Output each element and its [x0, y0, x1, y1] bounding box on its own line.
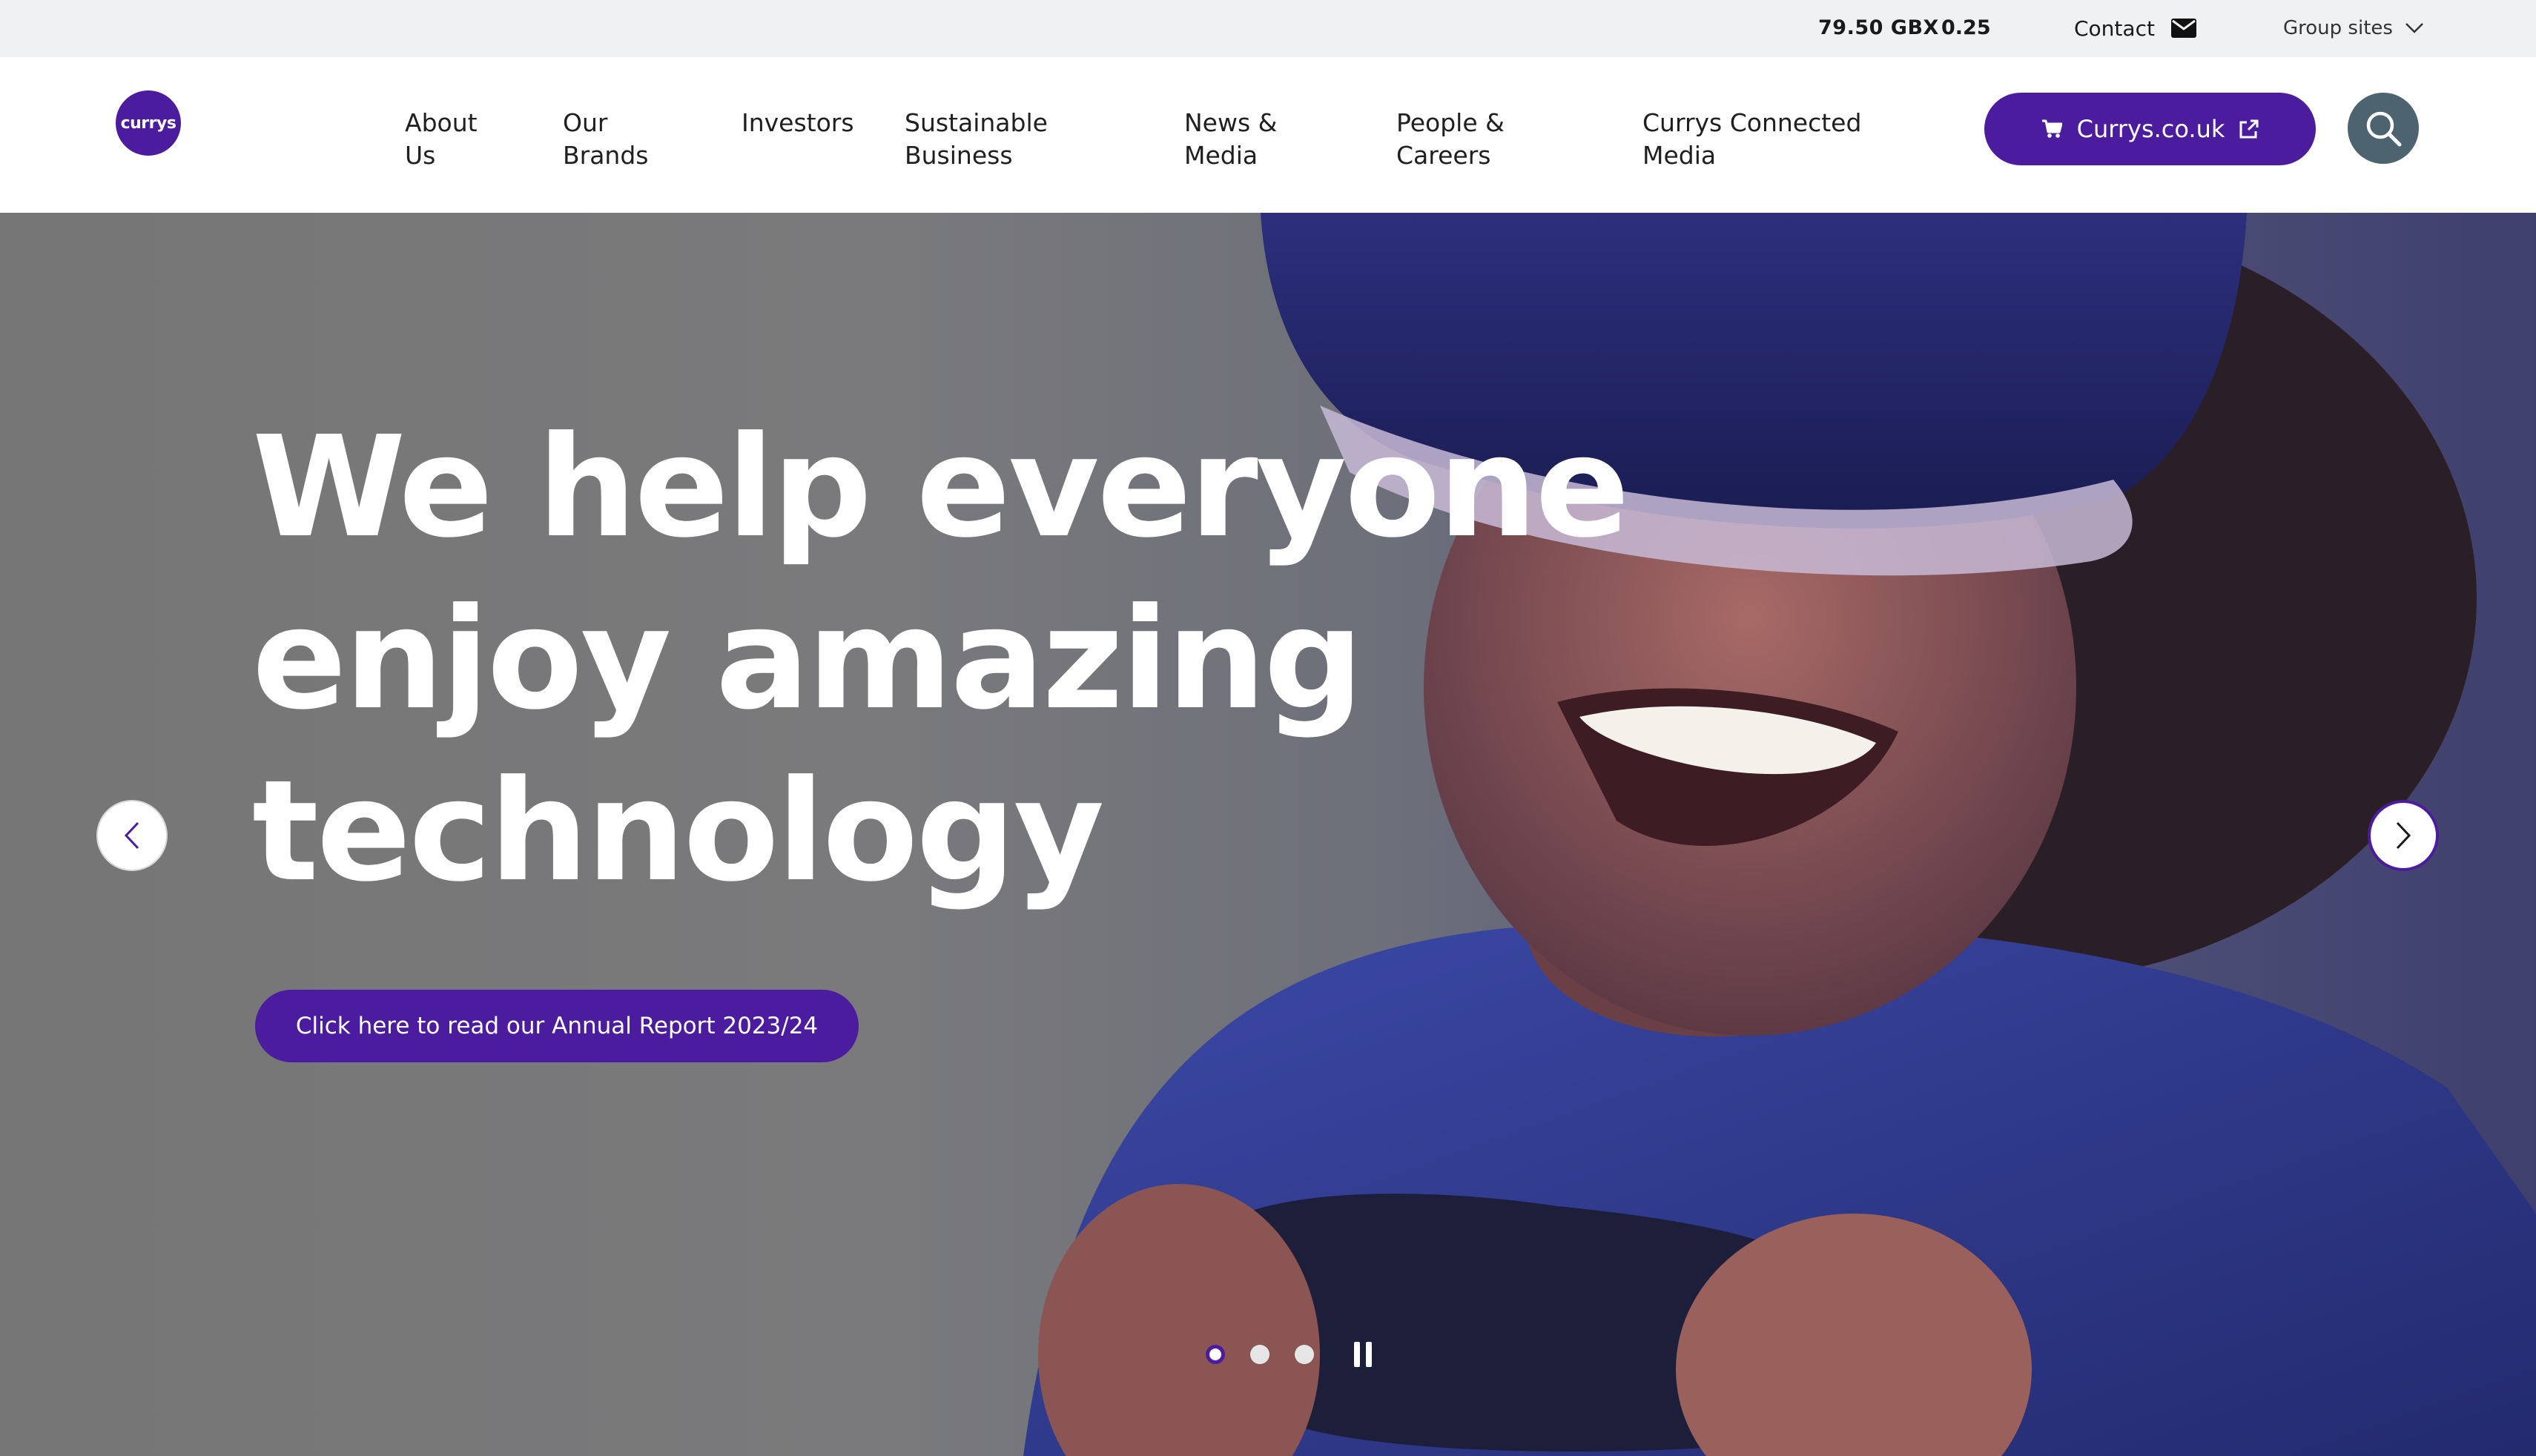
nav-about-us[interactable]: About Us: [405, 107, 478, 172]
hero-headline-line-1: We help everyone: [252, 406, 1630, 569]
hero-carousel: We help everyone enjoy amazing technolog…: [0, 213, 2536, 1456]
chevron-down-icon: [2405, 23, 2423, 33]
cart-icon: [2041, 119, 2062, 138]
currys-shop-button[interactable]: Currys.co.uk: [1984, 93, 2316, 165]
carousel-pagination: [1206, 1342, 1372, 1367]
nav-our-brands[interactable]: Our Brands: [563, 107, 648, 172]
chevron-right-icon: [2396, 821, 2411, 850]
carousel-next-button[interactable]: [2368, 800, 2439, 871]
group-sites-dropdown[interactable]: Group sites: [2283, 15, 2424, 42]
currys-logo[interactable]: currys: [116, 90, 181, 156]
carousel-dot-1[interactable]: [1206, 1345, 1225, 1364]
annual-report-button[interactable]: Click here to read our Annual Report 202…: [255, 990, 859, 1062]
nav-people-careers[interactable]: People & Careers: [1396, 107, 1505, 172]
main-header: currys About Us Our Brands Investors Sus…: [0, 57, 2536, 213]
logo-text: currys: [120, 113, 176, 133]
hero-headline-line-3: technology: [252, 750, 1104, 913]
currys-shop-label: Currys.co.uk: [2076, 115, 2225, 143]
utility-bar: 79.50 GBX 0.25 Contact Group sites: [0, 0, 2536, 57]
nav-sustainable-business[interactable]: Sustainable Business: [905, 107, 1048, 172]
hero-headline-line-2: enjoy amazing: [252, 578, 1364, 741]
carousel-dot-2[interactable]: [1250, 1345, 1269, 1364]
contact-label: Contact: [2074, 16, 2155, 41]
nav-investors[interactable]: Investors: [742, 107, 854, 139]
search-icon: [2366, 111, 2402, 147]
pause-icon[interactable]: [1354, 1342, 1372, 1367]
mail-icon: [2170, 19, 2196, 38]
external-link-icon: [2239, 119, 2259, 139]
chevron-left-icon: [124, 821, 139, 850]
hero-headline: We help everyone enjoy amazing technolog…: [252, 402, 1630, 918]
carousel-prev-button[interactable]: [96, 800, 168, 871]
nav-currys-connected-media[interactable]: Currys Connected Media: [1642, 107, 1861, 172]
carousel-dot-3[interactable]: [1295, 1345, 1314, 1364]
group-sites-label: Group sites: [2283, 17, 2393, 39]
share-price: 79.50 GBX: [1818, 16, 1939, 39]
share-price-change: 0.25: [1941, 16, 1991, 39]
contact-link[interactable]: Contact: [2074, 15, 2196, 42]
nav-news-media[interactable]: News & Media: [1184, 107, 1277, 172]
search-button[interactable]: [2348, 93, 2419, 164]
